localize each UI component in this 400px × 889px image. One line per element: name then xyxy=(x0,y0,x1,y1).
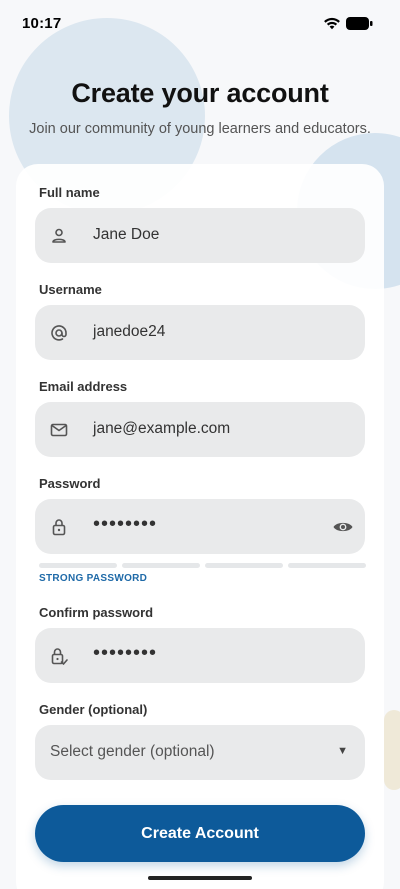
password-strength-segment xyxy=(39,563,117,568)
password-strength-segment xyxy=(205,563,283,568)
status-bar: 10:17 xyxy=(0,0,400,46)
gender-select[interactable]: Select gender (optional) ▼ xyxy=(35,725,365,780)
confirm-password-value: •••••••• xyxy=(93,642,158,664)
password-strength-segment xyxy=(122,563,200,568)
email-value: jane@example.com xyxy=(93,420,231,437)
email-input[interactable]: jane@example.com xyxy=(35,402,365,457)
at-sign-icon xyxy=(51,325,67,341)
dropdown-arrow-icon: ▼ xyxy=(337,745,348,757)
password-label: Password xyxy=(39,476,101,491)
status-time: 10:17 xyxy=(22,15,62,32)
eye-icon[interactable] xyxy=(332,516,354,538)
person-icon xyxy=(52,228,66,243)
full-name-value: Jane Doe xyxy=(93,226,160,243)
email-label: Email address xyxy=(39,379,128,394)
full-name-label: Full name xyxy=(39,185,100,200)
page-subtitle: Join our community of young learners and… xyxy=(29,121,371,137)
battery-icon xyxy=(346,17,373,30)
password-value: •••••••• xyxy=(93,513,158,535)
lock-icon xyxy=(52,519,66,536)
password-strength-label: STRONG PASSWORD xyxy=(39,573,148,584)
create-account-button[interactable]: Create Account xyxy=(35,805,365,862)
password-input[interactable]: •••••••• xyxy=(35,499,365,554)
header: Create your account xyxy=(0,78,400,109)
signup-screen: 10:17 Create your account Join our commu… xyxy=(0,0,400,889)
username-value: janedoe24 xyxy=(93,323,166,340)
username-input[interactable]: janedoe24 xyxy=(35,305,365,360)
confirm-password-label: Confirm password xyxy=(39,605,154,620)
gender-select-value: Select gender (optional) xyxy=(50,743,215,760)
mail-icon xyxy=(50,423,68,437)
confirm-password-input[interactable]: •••••••• xyxy=(35,628,365,683)
page-title: Create your account xyxy=(71,78,329,108)
wifi-icon xyxy=(324,17,340,30)
decorative-shape xyxy=(384,710,400,790)
gender-label: Gender (optional) xyxy=(39,702,148,717)
lock-check-icon xyxy=(51,648,68,665)
username-label: Username xyxy=(39,282,102,297)
home-indicator xyxy=(148,876,252,880)
full-name-input[interactable]: Jane Doe xyxy=(35,208,365,263)
password-strength-segment xyxy=(288,563,366,568)
